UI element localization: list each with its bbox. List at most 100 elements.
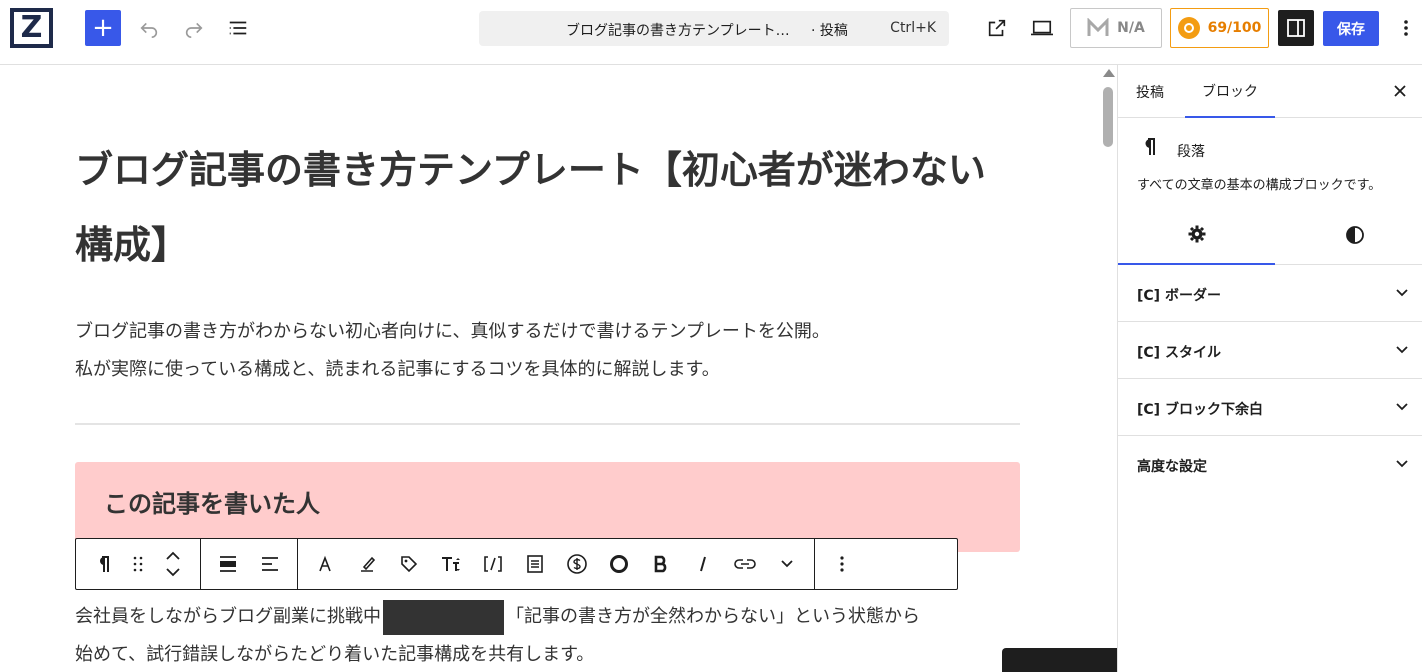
italic-button[interactable]: [686, 544, 720, 584]
redo-icon: [185, 22, 203, 38]
settings-sidebar: 投稿 ブロック 段落 すべての文章の基本の構成ブロックです。 [C] ボーダー …: [1117, 65, 1422, 672]
score-gear-icon: [1177, 17, 1200, 39]
panel-label: 高度な設定: [1137, 459, 1207, 475]
intro-line: 私が実際に使っている構成と、読まれる記事にするコツを具体的に解説します。: [75, 359, 720, 380]
drag-handle-icon: [133, 556, 143, 572]
more-formats-button[interactable]: [770, 544, 804, 584]
options-menu-button[interactable]: [1392, 10, 1420, 46]
tag-icon: [401, 556, 418, 573]
chevron-down-icon: [1396, 346, 1408, 354]
shortcode-button[interactable]: [476, 544, 510, 584]
panel-label: [C] スタイル: [1137, 345, 1221, 361]
command-post-type: · 投稿: [811, 23, 848, 39]
sidebar-icon: [1287, 19, 1305, 37]
panel-label: [C] ブロック下余白: [1137, 402, 1263, 418]
redo-button[interactable]: [176, 10, 212, 46]
undo-icon: [140, 22, 158, 38]
contrast-icon: [1345, 226, 1364, 244]
block-toolbar: [75, 538, 958, 590]
panel-advanced[interactable]: 高度な設定: [1118, 436, 1422, 493]
canvas-scrollbar[interactable]: [1100, 65, 1117, 672]
body-text-after: 「記事の書き方が全然わからない」という状態から: [506, 606, 920, 627]
pilcrow-icon: [100, 556, 109, 572]
move-up-down-icon: [166, 551, 180, 577]
circle-icon: [610, 555, 628, 573]
bold-icon: [654, 555, 667, 573]
toolbar-group-block: [76, 539, 201, 589]
intro-line: ブログ記事の書き方がわからない初心者向けに、真似するだけで書けるテンプレートを公…: [75, 321, 830, 342]
logo-letter: Z: [14, 12, 49, 44]
redacted-text: [383, 599, 504, 635]
preview-device-button[interactable]: [1024, 10, 1060, 46]
panel-label: [C] ボーダー: [1137, 288, 1221, 304]
font-color-icon: [319, 555, 331, 572]
highlight-button[interactable]: [350, 544, 384, 584]
seo-status-button[interactable]: N/A: [1070, 8, 1162, 48]
sidebar-tabs: 投稿 ブロック: [1118, 65, 1422, 118]
settings-sidebar-toggle[interactable]: [1278, 10, 1314, 46]
font-color-button[interactable]: [308, 544, 342, 584]
list-format-button[interactable]: [518, 544, 552, 584]
tab-post[interactable]: 投稿: [1136, 65, 1164, 118]
author-heading[interactable]: この記事を書いた人: [104, 484, 320, 519]
chevron-down-icon: [1396, 289, 1408, 297]
block-card: 段落 すべての文章の基本の構成ブロックです。: [1118, 118, 1422, 205]
tab-block[interactable]: ブロック: [1185, 65, 1275, 118]
command-palette-button[interactable]: ブログ記事の書き方テンプレート… · 投稿 Ctrl+K: [479, 11, 949, 46]
panel-style[interactable]: [C] スタイル: [1118, 322, 1422, 379]
toolbar-group-align: [201, 539, 298, 589]
list-icon: [527, 555, 543, 573]
panel-border[interactable]: [C] ボーダー: [1118, 265, 1422, 322]
move-up-down-button[interactable]: [156, 544, 190, 584]
bold-button[interactable]: [644, 544, 678, 584]
text-align-button[interactable]: [253, 544, 287, 584]
gear-icon: [1188, 225, 1205, 243]
block-align-button[interactable]: [211, 544, 245, 584]
block-description: すべての文章の基本の構成ブロックです。: [1137, 178, 1382, 193]
close-icon: [1394, 85, 1406, 97]
tab-settings[interactable]: [1118, 205, 1275, 265]
document-overview-button[interactable]: [220, 10, 256, 46]
tab-styles[interactable]: [1276, 205, 1422, 265]
post-title[interactable]: ブログ記事の書き方テンプレート【初心者が迷わない構成】: [75, 133, 1020, 283]
drag-handle-button[interactable]: [126, 544, 150, 584]
toolbar-group-format: [298, 539, 815, 589]
add-block-button[interactable]: +: [85, 10, 121, 46]
circle-format-button[interactable]: [602, 544, 636, 584]
inline-tag-button[interactable]: [392, 544, 426, 584]
chevron-down-icon: [781, 560, 793, 568]
readability-score-button[interactable]: 69/100: [1170, 8, 1269, 48]
separator-block[interactable]: [75, 423, 1020, 425]
body-paragraph[interactable]: 会社員をしながらブログ副業に挑戦中 「記事の書き方が全然わからない」という状態から…: [75, 598, 1020, 672]
body-text-before: 会社員をしながらブログ副業に挑戦中: [75, 606, 381, 627]
command-post-title: ブログ記事の書き方テンプレート…: [566, 23, 790, 39]
site-logo[interactable]: Z: [10, 8, 53, 48]
panel-block-margin[interactable]: [C] ブロック下余白: [1118, 379, 1422, 436]
save-button[interactable]: 保存: [1323, 11, 1379, 46]
undo-button[interactable]: [131, 10, 167, 46]
pilcrow-icon: [1140, 136, 1158, 164]
link-icon: [734, 559, 756, 569]
scroll-thumb[interactable]: [1103, 87, 1113, 147]
shortcode-icon: [484, 556, 502, 572]
align-left-icon: [262, 557, 278, 571]
block-options-button[interactable]: [825, 544, 859, 584]
chevron-down-icon: [1396, 403, 1408, 411]
font-size-button[interactable]: [434, 544, 468, 584]
scroll-up-arrow[interactable]: [1103, 69, 1115, 77]
intro-paragraph[interactable]: ブログ記事の書き方がわからない初心者向けに、真似するだけで書けるテンプレートを公…: [75, 313, 1020, 389]
link-button[interactable]: [728, 544, 762, 584]
body-line: 始めて、試行錯誤しながらたどり着いた記事構成を共有します。: [75, 644, 595, 665]
toolbar-group-options: [815, 539, 869, 589]
score-label: 69/100: [1207, 20, 1262, 36]
highlight-icon: [361, 556, 376, 572]
seo-status-label: N/A: [1117, 20, 1145, 36]
command-shortcut: Ctrl+K: [890, 20, 936, 36]
price-format-button[interactable]: [560, 544, 594, 584]
more-vertical-icon: [840, 556, 844, 572]
close-sidebar-button[interactable]: [1388, 79, 1412, 103]
block-type-button[interactable]: [86, 544, 120, 584]
view-post-button[interactable]: [979, 10, 1015, 46]
body-line: 会社員をしながらブログ副業に挑戦中 「記事の書き方が全然わからない」という状態から: [75, 598, 1020, 636]
dollar-icon: [567, 554, 587, 574]
